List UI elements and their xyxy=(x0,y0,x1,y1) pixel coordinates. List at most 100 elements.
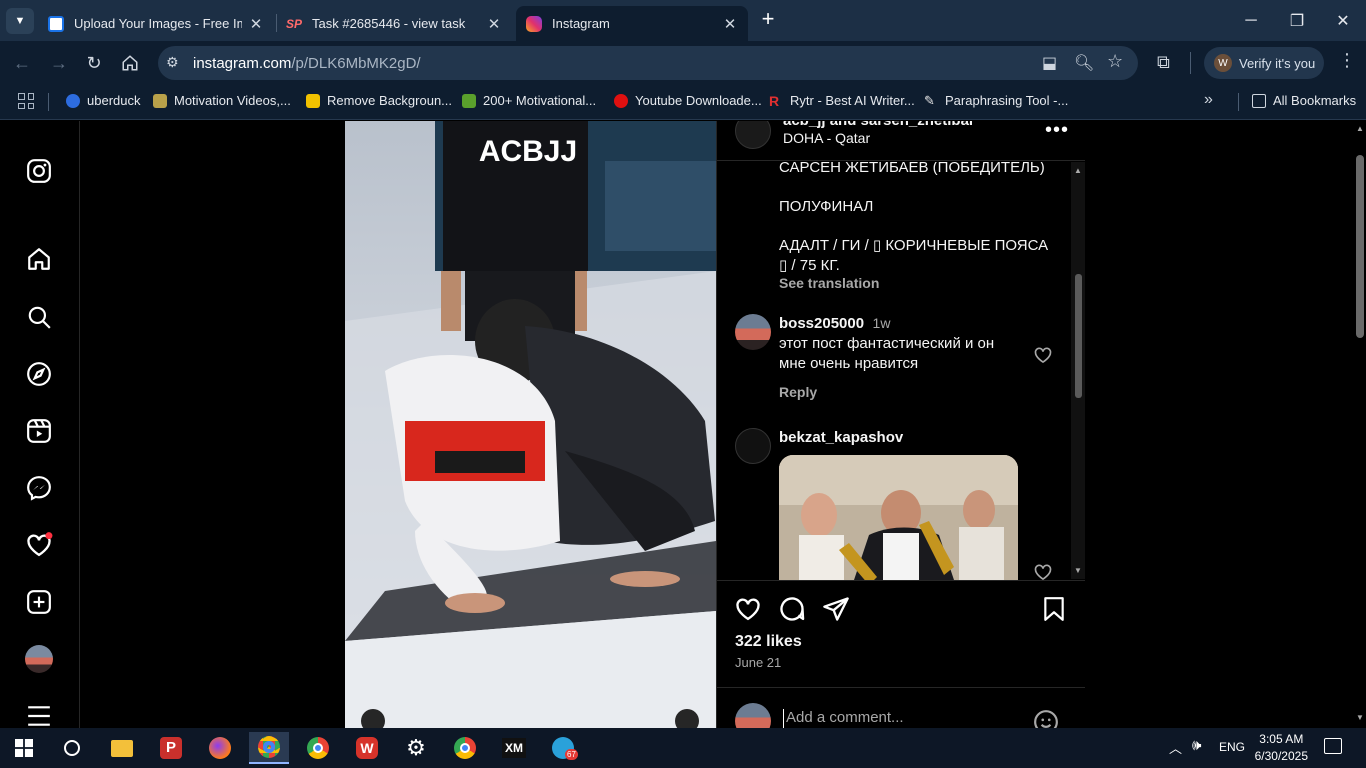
home-icon[interactable] xyxy=(24,244,54,274)
telegram-icon[interactable]: 67 xyxy=(543,732,583,764)
instagram-logo-icon[interactable] xyxy=(24,156,54,186)
file-explorer-icon[interactable] xyxy=(102,732,142,764)
bookmark-motivational[interactable]: 200+ Motivational... xyxy=(462,93,596,108)
minimize-button[interactable]: ─ xyxy=(1228,0,1274,41)
gif-image xyxy=(779,455,1018,580)
new-tab-button[interactable]: + xyxy=(756,8,780,32)
caption-line: АДАЛТ / ГИ / ▯ КОРИЧНЕВЫЕ ПОЯСА xyxy=(779,237,1049,254)
site-info-icon[interactable]: ⚙ xyxy=(166,54,179,71)
bookmark-star-icon[interactable]: ☆ xyxy=(1107,51,1123,72)
tab-title: Task #2685446 - view task xyxy=(312,16,466,31)
bookmark-rytr[interactable]: R Rytr - Best AI Writer... xyxy=(769,93,915,108)
all-bookmarks[interactable]: All Bookmarks xyxy=(1252,93,1356,108)
close-icon[interactable]: ✕ xyxy=(486,15,502,33)
search-icon[interactable] xyxy=(24,302,54,332)
more-menu-icon[interactable] xyxy=(24,701,54,728)
tab-instagram[interactable]: Instagram ✕ xyxy=(516,6,748,41)
explore-compass-icon[interactable] xyxy=(24,359,54,389)
comment-bubble-icon[interactable] xyxy=(778,595,806,628)
chrome-icon[interactable] xyxy=(298,732,338,764)
chrome-alt-icon[interactable] xyxy=(445,732,485,764)
notifications-icon[interactable] xyxy=(1324,738,1342,754)
reload-button[interactable]: ↻ xyxy=(79,49,109,77)
instagram-icon xyxy=(526,15,542,32)
extensions-icon[interactable]: ⧉ xyxy=(1157,52,1170,73)
emoji-icon[interactable] xyxy=(1033,709,1059,728)
reels-icon[interactable] xyxy=(24,416,54,446)
bookmark-remove-background[interactable]: Remove Backgroun... xyxy=(306,93,452,108)
comment-like-heart-icon[interactable] xyxy=(1033,562,1053,580)
post-video[interactable]: ACBJJ xyxy=(345,121,716,728)
verify-profile-button[interactable]: W Verify it's you xyxy=(1204,47,1324,79)
reply-button[interactable]: Reply xyxy=(779,384,817,400)
heart-red-icon xyxy=(614,93,628,108)
comment-like-heart-icon[interactable] xyxy=(1033,345,1053,370)
close-window-button[interactable]: ✕ xyxy=(1320,0,1366,41)
post-date[interactable]: June 21 xyxy=(735,655,781,670)
avatar[interactable] xyxy=(735,314,771,350)
tab-search-button[interactable]: ▼ xyxy=(6,8,34,34)
acbjj-logo: ACBJJ xyxy=(479,135,577,168)
search-circle-icon[interactable] xyxy=(52,732,92,764)
menu-kebab-icon[interactable]: ⋮ xyxy=(1338,50,1356,71)
comment-gif[interactable] xyxy=(779,455,1018,580)
wps-w-icon[interactable]: W xyxy=(347,732,387,764)
comment-text: этот пост фантастический и он xyxy=(779,335,995,352)
messenger-icon[interactable] xyxy=(24,473,54,503)
likes-count[interactable]: 322 likes xyxy=(735,633,802,651)
bookmark-motivation-videos[interactable]: Motivation Videos,... xyxy=(153,93,291,108)
home-icon xyxy=(122,55,138,71)
bookmark-paraphrasing-tool[interactable]: ✎ Paraphrasing Tool -... xyxy=(924,93,1068,108)
see-translation-link[interactable]: See translation xyxy=(779,275,879,291)
post-author-names[interactable]: acb_jj and sarsen_zhetibai xyxy=(783,121,973,129)
post-actions xyxy=(717,580,1085,581)
page-scrollbar[interactable]: ▲ ▼ xyxy=(1353,121,1366,728)
volume-icon[interactable]: 🕪︎ xyxy=(1192,737,1201,754)
show-hidden-icons[interactable]: ︿ xyxy=(1169,738,1182,757)
close-icon[interactable]: ✕ xyxy=(722,15,738,33)
more-options-icon[interactable]: ••• xyxy=(1045,121,1069,142)
system-clock[interactable]: 3:05 AM 6/30/2025 xyxy=(1255,731,1308,765)
install-app-icon[interactable]: ⬓ xyxy=(1042,53,1057,73)
save-bookmark-icon[interactable] xyxy=(1041,595,1067,628)
bookmark-uberduck[interactable]: uberduck xyxy=(66,93,140,108)
create-plus-icon[interactable] xyxy=(24,587,54,617)
url-text[interactable]: instagram.com/p/DLK6MbMK2gD/ xyxy=(193,55,421,72)
quill-icon: ✎ xyxy=(924,92,935,108)
profile-avatar[interactable] xyxy=(24,644,54,674)
back-button[interactable]: ← xyxy=(7,49,37,77)
notifications-heart-icon[interactable] xyxy=(24,530,54,560)
comment-username[interactable]: boss205000 xyxy=(779,315,864,332)
xm-icon[interactable]: XM xyxy=(494,732,534,764)
chevron-down-icon: ▼ xyxy=(14,15,26,27)
comments-scrollbar[interactable]: ▲ ▼ xyxy=(1071,162,1085,579)
address-bar[interactable]: ⚙ instagram.com/p/DLK6MbMK2gD/ ⬓ 🔍︎ ☆ xyxy=(158,46,1138,80)
tab-upload-images[interactable]: Upload Your Images - Free Ima ✕ xyxy=(38,6,274,41)
zoom-icon[interactable]: 🔍︎ xyxy=(1074,53,1094,73)
windows-taskbar: P W ⚙ XM 67 ︿ 🕪︎ ENG 3:05 AM 6/30/2025 xyxy=(0,728,1366,768)
apps-grid-icon[interactable] xyxy=(18,93,34,109)
settings-gear-icon[interactable]: ⚙ xyxy=(396,732,436,764)
avatar xyxy=(735,703,771,728)
restore-button[interactable]: ❐ xyxy=(1274,0,1320,41)
bookmark-youtube-downloader[interactable]: Youtube Downloade... xyxy=(614,93,762,108)
close-icon[interactable]: ✕ xyxy=(248,15,264,33)
chrome-profile-icon[interactable] xyxy=(249,732,289,764)
tab-task[interactable]: SP Task #2685446 - view task ✕ xyxy=(276,6,512,41)
more-bookmarks-icon[interactable]: » xyxy=(1204,91,1213,109)
firefox-icon[interactable] xyxy=(200,732,240,764)
avatar[interactable] xyxy=(735,121,771,149)
shopify-icon xyxy=(462,93,476,108)
home-button[interactable] xyxy=(115,49,145,77)
share-send-icon[interactable] xyxy=(822,595,850,628)
language-indicator[interactable]: ENG xyxy=(1219,740,1245,754)
comment-time[interactable]: 1w xyxy=(873,315,891,331)
start-button[interactable] xyxy=(4,732,44,764)
forward-button[interactable]: → xyxy=(44,49,74,77)
comment-username[interactable]: bekzat_kapashov xyxy=(779,429,903,446)
wps-p-icon[interactable]: P xyxy=(151,732,191,764)
like-heart-icon[interactable] xyxy=(734,595,762,628)
post-location[interactable]: DOHA - Qatar xyxy=(783,130,870,146)
add-comment-input[interactable]: Add a comment... xyxy=(783,709,1013,728)
avatar[interactable] xyxy=(735,428,771,464)
